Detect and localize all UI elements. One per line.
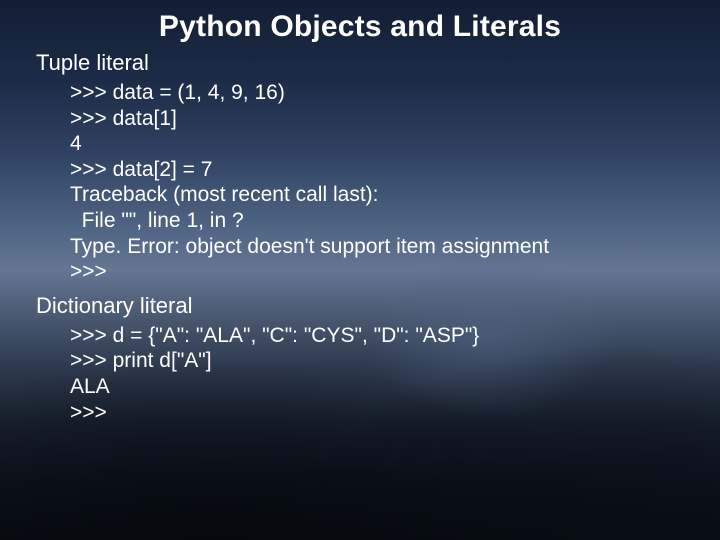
slide-content: Python Objects and Literals Tuple litera… xyxy=(0,0,720,425)
code-block-dictionary: >>> d = {"A": "ALA", "C": "CYS", "D": "A… xyxy=(70,323,684,425)
section-label-tuple: Tuple literal xyxy=(36,50,684,76)
code-block-tuple: >>> data = (1, 4, 9, 16) >>> data[1] 4 >… xyxy=(70,80,684,285)
slide: Python Objects and Literals Tuple litera… xyxy=(0,0,720,540)
slide-title: Python Objects and Literals xyxy=(36,10,684,44)
section-label-dictionary: Dictionary literal xyxy=(36,293,684,319)
